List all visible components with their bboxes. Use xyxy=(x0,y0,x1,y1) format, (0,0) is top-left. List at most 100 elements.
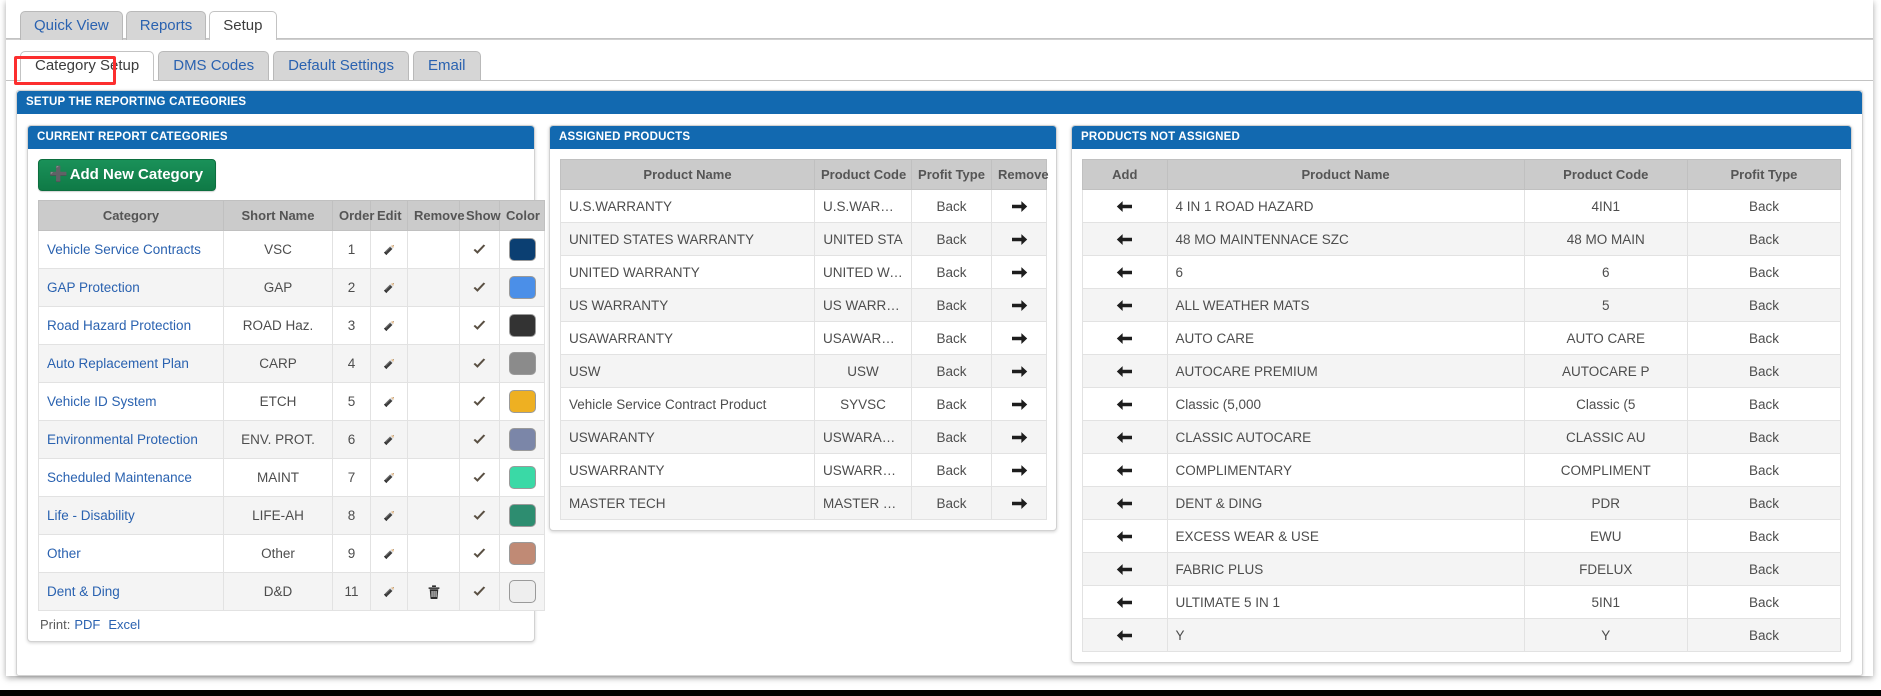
pencil-icon[interactable] xyxy=(382,356,397,371)
remove-product-cell[interactable] xyxy=(991,321,1047,355)
add-product-cell[interactable] xyxy=(1082,519,1168,553)
edit-cell[interactable] xyxy=(370,230,408,269)
arrow-left-icon[interactable] xyxy=(1116,264,1133,279)
show-cell[interactable] xyxy=(459,534,500,573)
check-icon[interactable] xyxy=(472,508,487,523)
add-product-cell[interactable] xyxy=(1082,618,1168,652)
category-link[interactable]: Scheduled Maintenance xyxy=(47,470,192,485)
color-swatch[interactable] xyxy=(508,504,536,527)
check-icon[interactable] xyxy=(472,356,487,371)
category-link[interactable]: Other xyxy=(47,546,81,561)
color-swatch[interactable] xyxy=(508,276,536,299)
category-link[interactable]: Road Hazard Protection xyxy=(47,318,191,333)
edit-cell[interactable] xyxy=(370,534,408,573)
show-cell[interactable] xyxy=(459,572,500,611)
arrow-left-icon[interactable] xyxy=(1116,231,1133,246)
color-cell[interactable] xyxy=(499,572,545,611)
color-cell[interactable] xyxy=(499,534,545,573)
color-swatch[interactable] xyxy=(508,428,536,451)
edit-cell[interactable] xyxy=(370,306,408,345)
arrow-left-icon[interactable] xyxy=(1116,297,1133,312)
remove-product-cell[interactable] xyxy=(991,453,1047,487)
category-link[interactable]: Auto Replacement Plan xyxy=(47,356,189,371)
check-icon[interactable] xyxy=(472,318,487,333)
arrow-right-icon[interactable] xyxy=(1011,462,1028,477)
show-cell[interactable] xyxy=(459,496,500,535)
arrow-right-icon[interactable] xyxy=(1011,330,1028,345)
color-cell[interactable] xyxy=(499,458,545,497)
remove-product-cell[interactable] xyxy=(991,354,1047,388)
edit-cell[interactable] xyxy=(370,496,408,535)
pencil-icon[interactable] xyxy=(382,432,397,447)
remove-cell[interactable] xyxy=(407,572,460,611)
arrow-left-icon[interactable] xyxy=(1116,627,1133,642)
pencil-icon[interactable] xyxy=(382,280,397,295)
add-product-cell[interactable] xyxy=(1082,552,1168,586)
remove-product-cell[interactable] xyxy=(991,288,1047,322)
tab-quick-view[interactable]: Quick View xyxy=(20,11,123,40)
category-link[interactable]: Environmental Protection xyxy=(47,432,198,447)
arrow-right-icon[interactable] xyxy=(1011,363,1028,378)
show-cell[interactable] xyxy=(459,382,500,421)
edit-cell[interactable] xyxy=(370,420,408,459)
arrow-right-icon[interactable] xyxy=(1011,297,1028,312)
pencil-icon[interactable] xyxy=(382,584,397,599)
edit-cell[interactable] xyxy=(370,382,408,421)
check-icon[interactable] xyxy=(472,470,487,485)
trash-icon[interactable] xyxy=(427,583,441,599)
show-cell[interactable] xyxy=(459,306,500,345)
arrow-left-icon[interactable] xyxy=(1116,396,1133,411)
arrow-left-icon[interactable] xyxy=(1116,594,1133,609)
remove-product-cell[interactable] xyxy=(991,222,1047,256)
arrow-left-icon[interactable] xyxy=(1116,363,1133,378)
show-cell[interactable] xyxy=(459,344,500,383)
edit-cell[interactable] xyxy=(370,344,408,383)
pencil-icon[interactable] xyxy=(382,242,397,257)
edit-cell[interactable] xyxy=(370,268,408,307)
check-icon[interactable] xyxy=(472,394,487,409)
add-product-cell[interactable] xyxy=(1082,288,1168,322)
arrow-left-icon[interactable] xyxy=(1116,429,1133,444)
color-cell[interactable] xyxy=(499,420,545,459)
color-cell[interactable] xyxy=(499,496,545,535)
category-link[interactable]: Life - Disability xyxy=(47,508,135,523)
arrow-right-icon[interactable] xyxy=(1011,264,1028,279)
subtab-email[interactable]: Email xyxy=(413,51,481,80)
show-cell[interactable] xyxy=(459,268,500,307)
arrow-right-icon[interactable] xyxy=(1011,495,1028,510)
remove-product-cell[interactable] xyxy=(991,387,1047,421)
show-cell[interactable] xyxy=(459,230,500,269)
arrow-left-icon[interactable] xyxy=(1116,330,1133,345)
check-icon[interactable] xyxy=(472,432,487,447)
check-icon[interactable] xyxy=(472,584,487,599)
add-product-cell[interactable] xyxy=(1082,486,1168,520)
category-link[interactable]: Vehicle ID System xyxy=(47,394,157,409)
edit-cell[interactable] xyxy=(370,572,408,611)
add-product-cell[interactable] xyxy=(1082,321,1168,355)
remove-product-cell[interactable] xyxy=(991,486,1047,520)
pencil-icon[interactable] xyxy=(382,546,397,561)
arrow-left-icon[interactable] xyxy=(1116,561,1133,576)
tab-reports[interactable]: Reports xyxy=(125,11,207,40)
arrow-right-icon[interactable] xyxy=(1011,429,1028,444)
color-cell[interactable] xyxy=(499,306,545,345)
color-swatch[interactable] xyxy=(508,466,536,489)
show-cell[interactable] xyxy=(459,420,500,459)
pencil-icon[interactable] xyxy=(382,508,397,523)
subtab-category-setup[interactable]: Category Setup xyxy=(20,51,155,81)
category-link[interactable]: GAP Protection xyxy=(47,280,140,295)
color-cell[interactable] xyxy=(499,344,545,383)
color-swatch[interactable] xyxy=(508,314,536,337)
print-pdf-link[interactable]: PDF xyxy=(74,617,100,632)
add-product-cell[interactable] xyxy=(1082,354,1168,388)
arrow-left-icon[interactable] xyxy=(1116,528,1133,543)
add-product-cell[interactable] xyxy=(1082,453,1168,487)
add-new-category-button[interactable]: ➕ Add New Category xyxy=(38,159,217,191)
show-cell[interactable] xyxy=(459,458,500,497)
pencil-icon[interactable] xyxy=(382,394,397,409)
arrow-left-icon[interactable] xyxy=(1116,462,1133,477)
add-product-cell[interactable] xyxy=(1082,255,1168,289)
arrow-right-icon[interactable] xyxy=(1011,396,1028,411)
remove-product-cell[interactable] xyxy=(991,189,1047,223)
color-cell[interactable] xyxy=(499,268,545,307)
